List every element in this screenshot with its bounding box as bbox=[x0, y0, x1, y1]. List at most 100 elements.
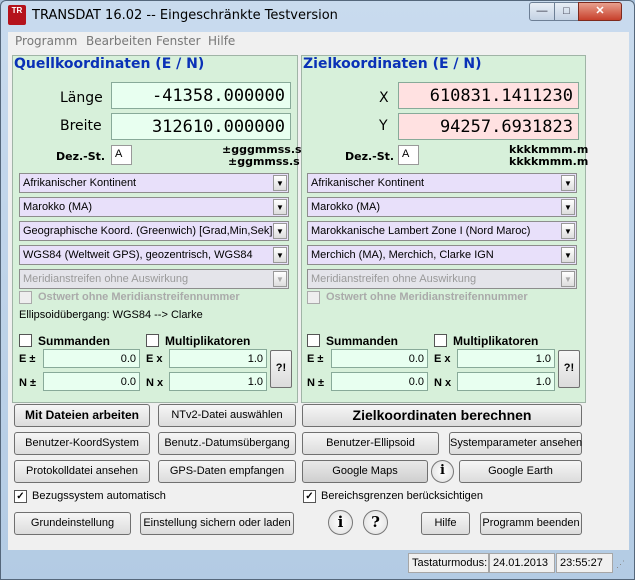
ellipsoid-transition-text: Ellipsoidübergang: WGS84 --> Clarke bbox=[19, 309, 203, 321]
source-ostwert-checkbox[interactable] bbox=[19, 291, 32, 304]
target-e-summand-input[interactable]: 0.0 bbox=[331, 349, 428, 368]
protokoll-button[interactable]: Protokolldatei ansehen bbox=[14, 460, 150, 483]
chevron-down-icon[interactable]: ▼ bbox=[273, 175, 287, 191]
chevron-down-icon[interactable]: ▼ bbox=[561, 223, 575, 239]
systemparameter-button[interactable]: Systemparameter ansehen bbox=[449, 432, 582, 455]
select-value: WGS84 (Weltweit GPS), geozentrisch, WGS8… bbox=[23, 249, 253, 261]
chevron-down-icon[interactable]: ▼ bbox=[273, 271, 287, 287]
hilfe-button[interactable]: Hilfe bbox=[421, 512, 470, 535]
target-summanden-checkbox[interactable] bbox=[307, 334, 320, 347]
menu-hilfe[interactable]: Hilfe bbox=[208, 34, 235, 48]
ntv2-button[interactable]: NTv2-Datei auswählen bbox=[158, 404, 296, 427]
source-e-x-label: E x bbox=[146, 353, 163, 365]
minimize-button[interactable]: — bbox=[529, 2, 555, 21]
question-icon[interactable]: ? bbox=[363, 510, 388, 535]
target-dez-input[interactable]: A bbox=[398, 145, 419, 165]
menu-fenster[interactable]: Fenster bbox=[156, 34, 201, 48]
target-e-plusminus-label: E ± bbox=[307, 353, 324, 365]
resize-grip-icon[interactable]: ⋰ bbox=[616, 560, 628, 573]
close-button[interactable]: ✕ bbox=[578, 2, 622, 21]
source-datum-select[interactable]: WGS84 (Weltweit GPS), geozentrisch, WGS8… bbox=[19, 245, 289, 265]
source-laenge-input[interactable]: -41358.000000 bbox=[111, 82, 291, 109]
ellipsoid-button[interactable]: Benutzer-Ellipsoid bbox=[302, 432, 439, 455]
source-multiplikatoren-checkbox[interactable] bbox=[146, 334, 159, 347]
app-logo-icon[interactable]: TR bbox=[8, 5, 26, 25]
source-help-button[interactable]: ?! bbox=[270, 350, 292, 388]
chevron-down-icon[interactable]: ▼ bbox=[561, 247, 575, 263]
source-country-select[interactable]: Marokko (MA) ▼ bbox=[19, 197, 289, 217]
target-n-summand-input[interactable]: 0.0 bbox=[331, 372, 428, 391]
source-n-x-label: N x bbox=[146, 377, 164, 389]
status-date: 24.01.2013 bbox=[489, 553, 555, 573]
programm-beenden-button[interactable]: Programm beenden bbox=[480, 512, 582, 535]
source-n-plusminus-label: N ± bbox=[19, 377, 37, 389]
source-e-plusminus-label: E ± bbox=[19, 353, 36, 365]
chevron-down-icon[interactable]: ▼ bbox=[273, 223, 287, 239]
info-icon[interactable]: i bbox=[431, 460, 454, 483]
datumsuebergang-button[interactable]: Benutz.-Datumsübergang bbox=[158, 432, 296, 455]
koordsystem-button[interactable]: Benutzer-KoordSystem bbox=[14, 432, 150, 455]
google-maps-button[interactable]: Google Maps bbox=[302, 460, 428, 483]
source-n-multiplikator-input[interactable]: 1.0 bbox=[169, 372, 267, 391]
einstellung-sichern-button[interactable]: Einstellung sichern oder laden bbox=[140, 512, 294, 535]
maximize-button[interactable]: □ bbox=[554, 2, 579, 21]
title-bar[interactable]: TR TRANSDAT 16.02 -- Eingeschränkte Test… bbox=[1, 1, 634, 30]
target-country-select[interactable]: Marokko (MA) ▼ bbox=[307, 197, 577, 217]
target-multiplikatoren-checkbox[interactable] bbox=[434, 334, 447, 347]
source-system-select[interactable]: Geographische Koord. (Greenwich) [Grad,M… bbox=[19, 221, 289, 241]
chevron-down-icon[interactable]: ▼ bbox=[561, 199, 575, 215]
chevron-down-icon[interactable]: ▼ bbox=[273, 247, 287, 263]
menu-bearbeiten[interactable]: Bearbeiten bbox=[86, 34, 152, 48]
target-ostwert-checkbox[interactable] bbox=[307, 291, 320, 304]
select-value: Marokko (MA) bbox=[311, 201, 381, 213]
chevron-down-icon[interactable]: ▼ bbox=[561, 175, 575, 191]
target-n-multiplikator-input[interactable]: 1.0 bbox=[457, 372, 555, 391]
source-n-summand-input[interactable]: 0.0 bbox=[43, 372, 140, 391]
bereichsgrenzen-checkbox[interactable]: ✓ bbox=[303, 490, 316, 503]
select-value: Afrikanischer Kontinent bbox=[23, 177, 137, 189]
source-meridian-select[interactable]: Meridianstreifen ohne Auswirkung ▼ bbox=[19, 269, 289, 289]
target-multiplikatoren-label: Multiplikatoren bbox=[453, 334, 539, 348]
target-dez-label: Dez.-St. bbox=[345, 150, 395, 163]
info-icon[interactable]: i bbox=[328, 510, 353, 535]
source-e-multiplikator-input[interactable]: 1.0 bbox=[169, 349, 267, 368]
target-summanden-label: Summanden bbox=[326, 334, 399, 348]
google-earth-button[interactable]: Google Earth bbox=[459, 460, 582, 483]
target-y-input[interactable]: 94257.6931823 bbox=[398, 113, 579, 140]
chevron-down-icon[interactable]: ▼ bbox=[561, 271, 575, 287]
target-ostwert-label: Ostwert ohne Meridianstreifennummer bbox=[326, 291, 528, 303]
target-e-multiplikator-input[interactable]: 1.0 bbox=[457, 349, 555, 368]
target-datum-select[interactable]: Merchich (MA), Merchich, Clarke IGN ▼ bbox=[307, 245, 577, 265]
target-n-plusminus-label: N ± bbox=[307, 377, 325, 389]
dateien-button[interactable]: Mit Dateien arbeiten bbox=[14, 404, 150, 427]
select-value: Marokko (MA) bbox=[23, 201, 93, 213]
grundeinstellung-button[interactable]: Grundeinstellung bbox=[14, 512, 131, 535]
target-meridian-select[interactable]: Meridianstreifen ohne Auswirkung ▼ bbox=[307, 269, 577, 289]
target-help-button[interactable]: ?! bbox=[558, 350, 580, 388]
status-mode: Tastaturmodus: bbox=[408, 553, 489, 573]
chevron-down-icon[interactable]: ▼ bbox=[273, 199, 287, 215]
bezugssystem-label: Bezugssystem automatisch bbox=[32, 490, 166, 502]
source-e-summand-input[interactable]: 0.0 bbox=[43, 349, 140, 368]
source-dez-label: Dez.-St. bbox=[56, 150, 106, 163]
menu-bar: Programm Bearbeiten Fenster Hilfe bbox=[8, 32, 629, 50]
source-dez-input[interactable]: A bbox=[111, 145, 132, 165]
target-continent-select[interactable]: Afrikanischer Kontinent ▼ bbox=[307, 173, 577, 193]
bezugssystem-checkbox[interactable]: ✓ bbox=[14, 490, 27, 503]
bereichsgrenzen-label: Bereichsgrenzen berücksichtigen bbox=[321, 490, 484, 502]
app-window: TR TRANSDAT 16.02 -- Eingeschränkte Test… bbox=[0, 0, 635, 580]
target-system-select[interactable]: Marokkanische Lambert Zone I (Nord Maroc… bbox=[307, 221, 577, 241]
select-value: Merchich (MA), Merchich, Clarke IGN bbox=[311, 249, 494, 261]
source-summanden-checkbox[interactable] bbox=[19, 334, 32, 347]
source-panel-title: Quellkoordinaten (E / N) bbox=[14, 56, 205, 72]
target-label-x: X bbox=[379, 90, 389, 106]
source-breite-input[interactable]: 312610.000000 bbox=[111, 113, 291, 140]
target-panel-title: Zielkoordinaten (E / N) bbox=[303, 56, 482, 72]
target-x-input[interactable]: 610831.1411230 bbox=[398, 82, 579, 109]
target-n-x-label: N x bbox=[434, 377, 452, 389]
gps-button[interactable]: GPS-Daten empfangen bbox=[158, 460, 296, 483]
menu-programm[interactable]: Programm bbox=[15, 34, 77, 48]
source-continent-select[interactable]: Afrikanischer Kontinent ▼ bbox=[19, 173, 289, 193]
berechnen-button[interactable]: Zielkoordinaten berechnen bbox=[302, 404, 582, 427]
select-value: Meridianstreifen ohne Auswirkung bbox=[311, 273, 477, 285]
